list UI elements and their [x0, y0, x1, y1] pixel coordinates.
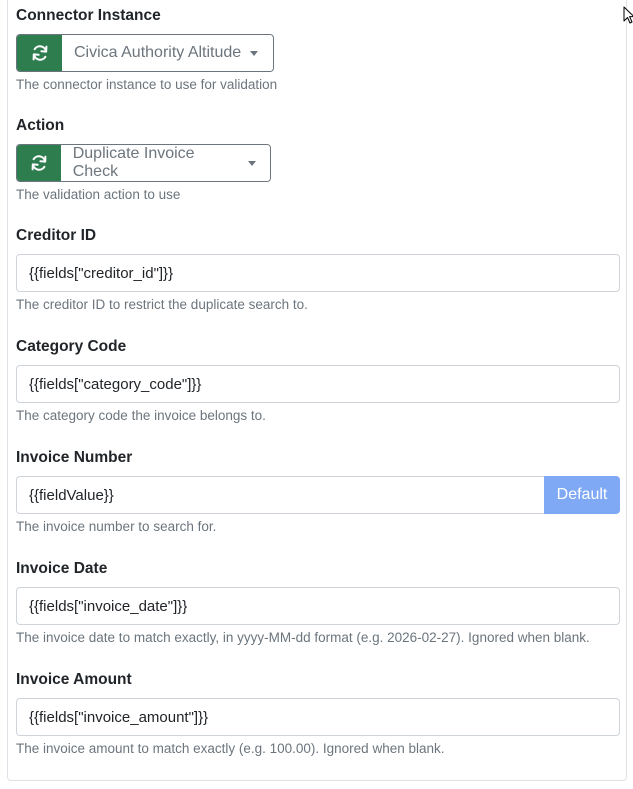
connector-instance-label: Connector Instance [16, 7, 161, 24]
connector-refresh-button[interactable] [17, 35, 62, 71]
invoice-number-help: The invoice number to search for. [16, 519, 217, 534]
mouse-cursor-icon [623, 6, 633, 24]
action-refresh-button[interactable] [17, 145, 61, 181]
connector-instance-selector: Civica Authority Altitude [16, 34, 274, 72]
category-code-field: Category Code {{fields["category_code"]}… [16, 337, 620, 425]
chevron-down-icon [248, 160, 256, 166]
invoice-amount-label: Invoice Amount [16, 671, 132, 688]
invoice-date-label: Invoice Date [16, 560, 108, 577]
connector-instance-dropdown[interactable]: Civica Authority Altitude [62, 35, 273, 71]
invoice-number-field: Invoice Number {{fieldValue}} Default Th… [16, 448, 620, 536]
action-help: The validation action to use [16, 187, 181, 202]
creditor-id-field: Creditor ID {{fields["creditor_id"]}} Th… [16, 226, 620, 314]
action-value: Duplicate Invoice Check [72, 145, 195, 180]
invoice-number-input[interactable]: {{fieldValue}} [16, 476, 544, 514]
invoice-amount-input[interactable]: {{fields["invoice_amount"]}} [16, 698, 620, 736]
connector-instance-value: Civica Authority Altitude [74, 44, 242, 61]
category-code-input[interactable]: {{fields["category_code"]}} [16, 365, 620, 403]
creditor-id-label: Creditor ID [16, 227, 97, 244]
action-field: Action Duplicate Invoice Check The valid… [16, 116, 271, 204]
refresh-icon [31, 155, 47, 171]
category-code-help: The category code the invoice belongs to… [16, 408, 266, 423]
invoice-date-input[interactable]: {{fields["invoice_date"]}} [16, 587, 620, 625]
action-selector: Duplicate Invoice Check [16, 144, 271, 182]
chevron-down-icon [250, 50, 259, 56]
connector-instance-help: The connector instance to use for valida… [16, 77, 278, 92]
action-label: Action [16, 117, 65, 134]
action-dropdown[interactable]: Duplicate Invoice Check [60, 145, 270, 181]
invoice-date-help: The invoice date to match exactly, in yy… [16, 630, 590, 645]
invoice-amount-help: The invoice amount to match exactly (e.g… [16, 741, 445, 756]
refresh-icon [32, 45, 47, 61]
invoice-date-field: Invoice Date {{fields["invoice_date"]}} … [16, 559, 620, 647]
invoice-number-label: Invoice Number [16, 449, 133, 466]
connector-instance-field: Connector Instance Civica Authority Alti… [16, 6, 277, 94]
creditor-id-input[interactable]: {{fields["creditor_id"]}} [16, 254, 620, 292]
invoice-amount-field: Invoice Amount {{fields["invoice_amount"… [16, 670, 620, 758]
invoice-number-input-group: {{fieldValue}} Default [16, 476, 620, 514]
category-code-label: Category Code [16, 338, 127, 355]
default-button[interactable]: Default [544, 476, 620, 514]
creditor-id-help: The creditor ID to restrict the duplicat… [16, 297, 308, 312]
